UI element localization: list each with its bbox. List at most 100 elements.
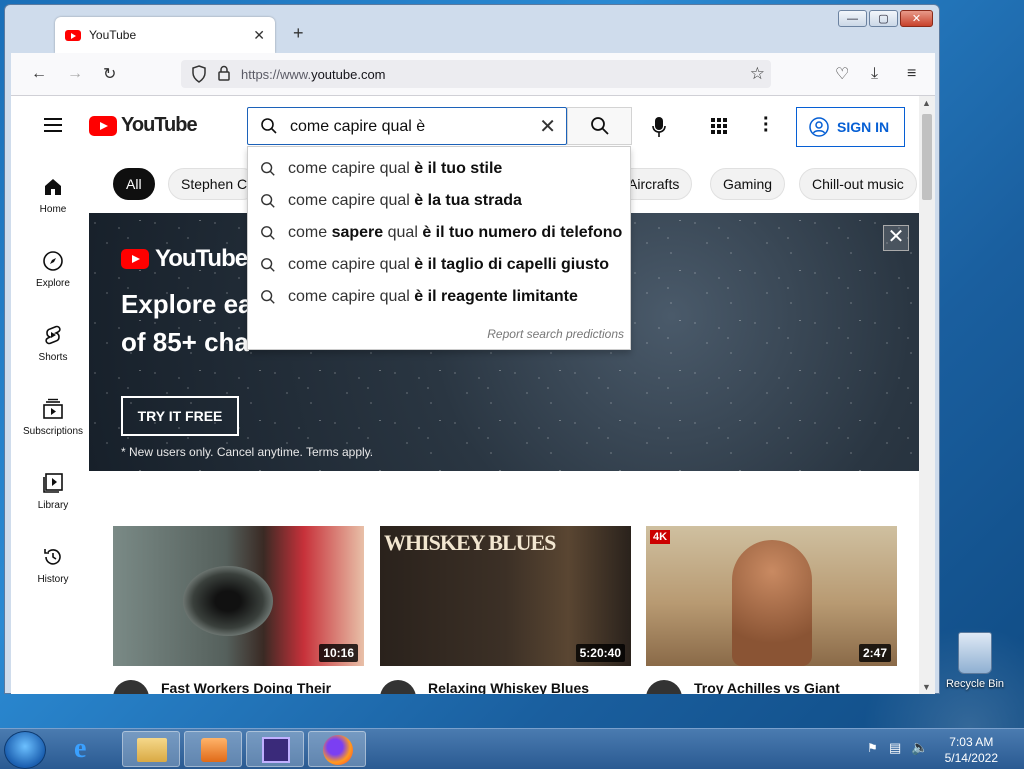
history-icon: [44, 549, 61, 565]
library-icon: [43, 473, 63, 493]
chip-gaming[interactable]: Gaming: [710, 168, 786, 200]
youtube-logo[interactable]: YouTube: [89, 114, 198, 137]
suggestion-item[interactable]: come sapere qual è il tuo numero di tele…: [248, 217, 630, 249]
compass-icon: [43, 251, 63, 271]
suggestion-item[interactable]: come capire qual è il tuo stile: [248, 153, 630, 185]
sidebar-item-explore[interactable]: Explore: [11, 250, 95, 289]
lock-icon[interactable]: [217, 65, 231, 86]
search-icon: [261, 194, 275, 208]
new-tab-icon[interactable]: +: [293, 23, 304, 44]
url-text[interactable]: https://www.youtube.com: [241, 67, 386, 82]
tab-strip: YouTube ✕ +: [11, 13, 935, 53]
scroll-up-icon[interactable]: ▲: [922, 98, 931, 108]
video-thumbnail[interactable]: WHISKEY BLUES 5:20:40: [380, 526, 631, 666]
back-icon[interactable]: ←: [31, 65, 47, 83]
app-menu-icon[interactable]: ≡: [907, 65, 916, 83]
banner-close-icon[interactable]: ✕: [883, 225, 909, 251]
more-options-icon[interactable]: · · ·: [763, 109, 770, 141]
reload-icon[interactable]: ↻: [103, 64, 116, 84]
video-card[interactable]: 4K 2:47 Troy Achilles vs Giant: [646, 526, 897, 694]
channel-avatar[interactable]: [646, 680, 682, 694]
clock[interactable]: 7:03 AM 5/14/2022: [945, 734, 998, 766]
recycle-bin[interactable]: Recycle Bin: [944, 632, 1006, 690]
sign-in-label: SIGN IN: [837, 119, 890, 135]
sidebar-item-home[interactable]: Home: [11, 176, 95, 215]
tab-close-icon[interactable]: ✕: [253, 27, 265, 44]
suggestion-plain: come capire qual: [288, 160, 415, 177]
4k-badge: 4K: [650, 530, 671, 544]
try-it-free-button[interactable]: TRY IT FREE: [121, 396, 239, 436]
sidebar-label: Subscriptions: [22, 426, 84, 437]
channel-avatar[interactable]: [380, 680, 416, 694]
start-button[interactable]: [4, 731, 46, 769]
search-input[interactable]: [288, 108, 542, 146]
taskbar-firefox[interactable]: [308, 731, 366, 767]
sidebar-item-history[interactable]: History: [11, 546, 95, 585]
search-suggestions-dropdown: come capire qual è il tuo stile come cap…: [247, 146, 631, 350]
shorts-icon: [45, 325, 61, 345]
account-icon: [809, 117, 829, 137]
taskbar-internet-explorer[interactable]: e: [60, 731, 118, 767]
video-thumbnail[interactable]: 4K 2:47: [646, 526, 897, 666]
whirlpool-graphic: [183, 566, 273, 636]
action-center-icon[interactable]: ⚑: [867, 741, 878, 755]
volume-icon[interactable]: 🔈: [911, 739, 928, 756]
sign-in-button[interactable]: SIGN IN: [796, 107, 905, 147]
channel-avatar[interactable]: [113, 680, 149, 694]
chip-stephen[interactable]: Stephen C: [168, 168, 258, 200]
url-prefix: https://www.: [241, 66, 312, 82]
shield-icon[interactable]: [191, 65, 207, 88]
apps-grid-icon[interactable]: [711, 118, 727, 134]
video-title[interactable]: Relaxing Whiskey Blues: [428, 680, 589, 694]
suggestion-item[interactable]: come capire qual è il taglio di capelli …: [248, 249, 630, 281]
sidebar-item-shorts[interactable]: Shorts: [11, 324, 95, 363]
video-card[interactable]: WHISKEY BLUES 5:20:40 Relaxing Whiskey B…: [380, 526, 631, 694]
chip-chill-out-music[interactable]: Chill-out music: [799, 168, 917, 200]
navigation-bar: ← → ↻ https://www.youtube.com ☆ ♡ ⤓ ≡: [11, 53, 935, 96]
downloads-icon[interactable]: ⤓: [871, 65, 878, 83]
suggestion-item[interactable]: come capire qual è il reagente limitante: [248, 281, 630, 313]
chip-all[interactable]: All: [113, 168, 155, 200]
search-button[interactable]: [567, 107, 632, 145]
suggestion-plain: come capire qual: [288, 192, 415, 209]
suggestion-item[interactable]: come capire qual è la tua strada: [248, 185, 630, 217]
video-duration: 2:47: [858, 644, 891, 662]
taskbar-file-explorer[interactable]: [122, 731, 180, 767]
clear-search-icon[interactable]: ✕: [539, 114, 556, 139]
report-search-predictions-link[interactable]: Report search predictions: [487, 327, 624, 341]
bookmark-star-icon[interactable]: ☆: [750, 64, 765, 84]
thumbnail-title-text: WHISKEY BLUES: [384, 530, 556, 555]
url-bar[interactable]: https://www.youtube.com ☆: [181, 60, 771, 88]
taskbar-media-player[interactable]: [184, 731, 242, 767]
taskbar: e ⚑ ▤ 🔈 7:03 AM 5/14/2022: [0, 728, 1024, 769]
sidebar-item-subscriptions[interactable]: Subscriptions: [11, 398, 95, 437]
page-scrollbar[interactable]: ▲ ▼: [919, 96, 935, 694]
microphone-icon[interactable]: [651, 116, 667, 143]
video-thumbnail[interactable]: 10:16: [113, 526, 364, 666]
taskbar-app[interactable]: [246, 731, 304, 767]
banner-headline-line1: Explore ea: [121, 289, 251, 319]
search-icon: [261, 290, 275, 304]
scroll-down-icon[interactable]: ▼: [922, 682, 931, 692]
suggestion-plain: come: [288, 224, 332, 241]
pocket-icon[interactable]: ♡: [835, 64, 849, 84]
search-icon: [261, 226, 275, 240]
scrollbar-thumb[interactable]: [922, 114, 932, 200]
network-icon[interactable]: ▤: [889, 740, 901, 756]
search-box[interactable]: ✕: [247, 107, 567, 146]
hamburger-menu-icon[interactable]: [44, 118, 62, 132]
suggestion-bold: è la tua strada: [414, 192, 522, 209]
sidebar-item-library[interactable]: Library: [11, 472, 95, 511]
suggestion-bold: è il tuo numero di telefono: [422, 224, 623, 241]
youtube-logo-text: YouTube: [121, 114, 198, 136]
video-card[interactable]: 10:16 Fast Workers Doing Their: [113, 526, 364, 694]
clock-date: 5/14/2022: [944, 751, 998, 765]
search-icon: [260, 117, 278, 140]
media-player-icon: [201, 738, 227, 762]
video-title[interactable]: Troy Achilles vs Giant: [694, 680, 840, 694]
video-title[interactable]: Fast Workers Doing Their: [161, 680, 331, 694]
forward-icon[interactable]: →: [67, 65, 83, 83]
tab-youtube[interactable]: YouTube ✕: [55, 17, 275, 53]
sidebar-label: Shorts: [38, 352, 68, 363]
warrior-figure: [732, 540, 812, 666]
